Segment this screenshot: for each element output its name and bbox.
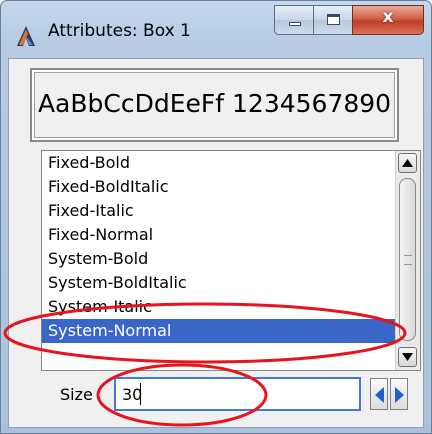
- maximize-button[interactable]: [313, 5, 353, 35]
- minimize-icon: [289, 22, 301, 26]
- font-list: Fixed-Bold Fixed-BoldItalic Fixed-Italic Fi…: [42, 151, 396, 370]
- thumb-grip: [404, 255, 412, 265]
- list-item-selected[interactable]: System-Normal: [42, 319, 396, 343]
- minimize-button[interactable]: [274, 5, 314, 35]
- scrollbar-thumb[interactable]: [399, 178, 416, 341]
- size-decrement-button[interactable]: [370, 378, 388, 410]
- font-listbox[interactable]: Fixed-Bold Fixed-BoldItalic Fixed-Italic Fi…: [41, 150, 421, 371]
- text-caret: [140, 383, 141, 405]
- list-item[interactable]: System-BoldItalic: [42, 271, 396, 295]
- arrow-down-icon: [402, 353, 413, 361]
- vertical-scrollbar[interactable]: [395, 151, 420, 370]
- list-item[interactable]: System-Italic: [42, 295, 396, 319]
- arrow-up-icon: [402, 159, 413, 167]
- list-item[interactable]: Fixed-BoldItalic: [42, 175, 396, 199]
- close-icon: x: [382, 7, 394, 27]
- window-title: Attributes: Box 1: [48, 21, 191, 41]
- font-preview-box: AaBbCcDdEeFf 1234567890: [30, 68, 399, 142]
- list-item[interactable]: Fixed-Normal: [42, 223, 396, 247]
- scroll-up-button[interactable]: [398, 153, 417, 173]
- maximize-icon: [327, 14, 340, 25]
- scroll-down-button[interactable]: [398, 347, 417, 367]
- arrow-right-icon: [395, 387, 404, 403]
- close-button[interactable]: x: [352, 5, 424, 35]
- list-item[interactable]: Fixed-Bold: [42, 151, 396, 175]
- title-bar[interactable]: Attributes: Box 1 x: [1, 1, 431, 57]
- list-item[interactable]: Fixed-Italic: [42, 199, 396, 223]
- size-increment-button[interactable]: [390, 378, 408, 410]
- arrow-left-icon: [375, 387, 384, 403]
- application-logo-icon: [17, 26, 35, 46]
- list-item[interactable]: System-Bold: [42, 247, 396, 271]
- font-preview-text: AaBbCcDdEeFf 1234567890: [37, 89, 392, 118]
- size-label: Size: [60, 385, 93, 404]
- size-input[interactable]: [114, 377, 361, 411]
